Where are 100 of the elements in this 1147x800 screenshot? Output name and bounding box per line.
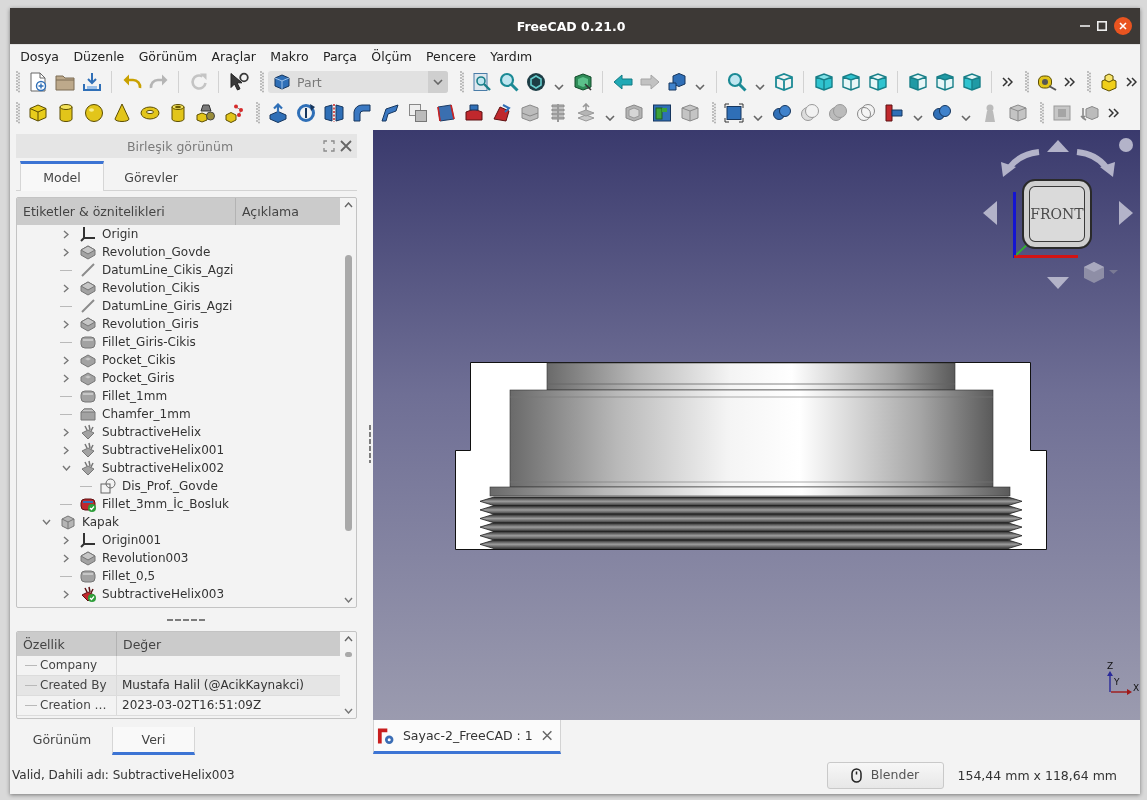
- property-value[interactable]: 2023-03-02T16:51:09Z: [117, 698, 262, 713]
- loft-shape-icon[interactable]: [464, 103, 484, 123]
- curved-plate-icon[interactable]: [352, 103, 372, 123]
- up-triangle-icon[interactable]: [1047, 140, 1069, 152]
- cursor-icon[interactable]: [228, 72, 249, 92]
- spheres-icon[interactable]: [932, 103, 952, 123]
- overflow-chevrons-icon[interactable]: [1108, 108, 1119, 118]
- tree-item[interactable]: SubtractiveHelix002: [102, 460, 225, 476]
- sliced-block-icon[interactable]: [520, 103, 540, 123]
- menu-item[interactable]: Ölçüm: [364, 47, 419, 66]
- cube-face-icon[interactable]: [840, 72, 861, 92]
- caret-icon[interactable]: [961, 114, 971, 121]
- tab[interactable]: Görevler: [104, 161, 198, 191]
- navigation-style-button[interactable]: Blender: [826, 762, 944, 789]
- drag-handle-icon[interactable]: [16, 101, 20, 125]
- drag-handle-icon[interactable]: [1087, 70, 1091, 94]
- menu-item[interactable]: Dosya: [13, 47, 67, 66]
- tree-item[interactable]: Pocket_Cikis: [102, 352, 176, 368]
- spheres-icon[interactable]: [772, 103, 792, 123]
- menu-item[interactable]: Makro: [263, 47, 316, 66]
- cube-stack-icon[interactable]: [666, 72, 687, 92]
- slices-icon[interactable]: [548, 103, 568, 123]
- cube-icon[interactable]: [680, 103, 700, 123]
- tree-item[interactable]: Fillet_0,5: [102, 568, 156, 584]
- cylinder-icon[interactable]: [56, 103, 76, 123]
- scrollbar-thumb[interactable]: [344, 255, 352, 531]
- cube-face-icon[interactable]: [813, 72, 834, 92]
- chevron-right-icon[interactable]: [63, 319, 69, 329]
- hexagon-disc-icon[interactable]: [525, 72, 546, 92]
- shape-points-icon[interactable]: [224, 103, 244, 123]
- chevron-right-icon[interactable]: [63, 445, 69, 455]
- chevron-up-icon[interactable]: [343, 202, 353, 208]
- blocks-icon[interactable]: [1098, 72, 1119, 92]
- left-arrow-icon[interactable]: [612, 72, 633, 92]
- splitter-handle-icon[interactable]: [368, 424, 371, 463]
- tree-item[interactable]: Revolution_Giris: [102, 316, 199, 332]
- cube-face-icon[interactable]: [867, 72, 888, 92]
- down-triangle-icon[interactable]: [1047, 277, 1069, 289]
- caret-icon[interactable]: [695, 83, 705, 90]
- tree-item[interactable]: Fillet_Giris-Cikis: [102, 334, 196, 350]
- tree-item[interactable]: Revolution003: [102, 550, 189, 566]
- chevron-right-icon[interactable]: [63, 355, 69, 365]
- tree-item[interactable]: SubtractiveHelix001: [102, 442, 225, 458]
- chevron-right-icon[interactable]: [63, 427, 69, 437]
- tree-item[interactable]: Pocket_Giris: [102, 370, 175, 386]
- property-value[interactable]: Mustafa Halil (@AcikKaynakci): [117, 678, 305, 693]
- menu-item[interactable]: Görünüm: [131, 47, 205, 66]
- tree-item[interactable]: Fillet_3mm_İc_Bosluk: [102, 496, 229, 512]
- tree-item[interactable]: Revolution_Cikis: [102, 280, 200, 296]
- cone-icon[interactable]: [112, 103, 132, 123]
- tree-item[interactable]: SubtractiveHelix: [102, 424, 202, 440]
- hollow-cube-icon[interactable]: [624, 103, 644, 123]
- caret-icon[interactable]: [913, 114, 923, 121]
- tree-item[interactable]: DatumLine_Giris_Agzi: [102, 298, 233, 314]
- curved-arrow-icon[interactable]: [1076, 148, 1116, 178]
- small-cube-icon[interactable]: [1083, 261, 1118, 283]
- float-icon[interactable]: [323, 140, 335, 152]
- cube-cursor-icon[interactable]: [572, 72, 593, 92]
- sphere-icon[interactable]: [84, 103, 104, 123]
- right-triangle-icon[interactable]: [1119, 201, 1133, 225]
- menu-item[interactable]: Yardım: [483, 47, 540, 66]
- scrollbar-thumb[interactable]: [344, 652, 352, 657]
- tube-icon[interactable]: [168, 103, 188, 123]
- chevron-right-icon[interactable]: [63, 373, 69, 383]
- torus-icon[interactable]: [140, 103, 160, 123]
- surface-icon[interactable]: [436, 103, 456, 123]
- document-tab[interactable]: Sayac-2_FreeCAD : 1: [373, 720, 561, 754]
- magnifier-page-icon[interactable]: [471, 72, 492, 92]
- close-icon[interactable]: [1114, 17, 1132, 35]
- block-arrow-icon[interactable]: [268, 103, 288, 123]
- chevron-up-icon[interactable]: [343, 636, 353, 642]
- cube-icon[interactable]: [28, 103, 48, 123]
- menu-item[interactable]: Parça: [315, 47, 365, 66]
- caret-icon[interactable]: [755, 83, 765, 90]
- chevron-right-icon[interactable]: [63, 535, 69, 545]
- circles-icon[interactable]: [856, 103, 876, 123]
- menu-item[interactable]: Araçlar: [204, 47, 264, 66]
- framed-box-icon[interactable]: [724, 103, 744, 123]
- shapes-icon[interactable]: [196, 103, 216, 123]
- column-header[interactable]: Açıklama: [236, 198, 299, 225]
- overflow-chevrons-icon[interactable]: [1064, 77, 1075, 87]
- chevron-right-icon[interactable]: [63, 553, 69, 563]
- save-icon[interactable]: [81, 72, 102, 92]
- tab[interactable]: Model: [20, 161, 104, 191]
- stacked-plates-icon[interactable]: [576, 103, 596, 123]
- overflow-chevrons-icon[interactable]: [1126, 77, 1137, 87]
- drag-handle-icon[interactable]: [1025, 70, 1029, 94]
- tree-item[interactable]: Dis_Prof._Govde: [122, 478, 218, 494]
- tab[interactable]: Veri: [112, 727, 195, 755]
- cube-face-icon[interactable]: [907, 72, 928, 92]
- sweep-shape-icon[interactable]: [492, 103, 512, 123]
- wireframe-cube-icon[interactable]: [773, 72, 794, 92]
- column-header[interactable]: Özellik: [17, 632, 117, 656]
- tree-item[interactable]: SubtractiveHelix003: [102, 586, 225, 602]
- circles-icon[interactable]: [800, 103, 820, 123]
- drag-handle-icon[interactable]: [712, 101, 716, 125]
- cube-arrows-icon[interactable]: [1080, 103, 1100, 123]
- framed-square-icon[interactable]: [1052, 103, 1072, 123]
- magnifier-icon[interactable]: [498, 72, 519, 92]
- tape-measure-icon[interactable]: [1036, 72, 1057, 92]
